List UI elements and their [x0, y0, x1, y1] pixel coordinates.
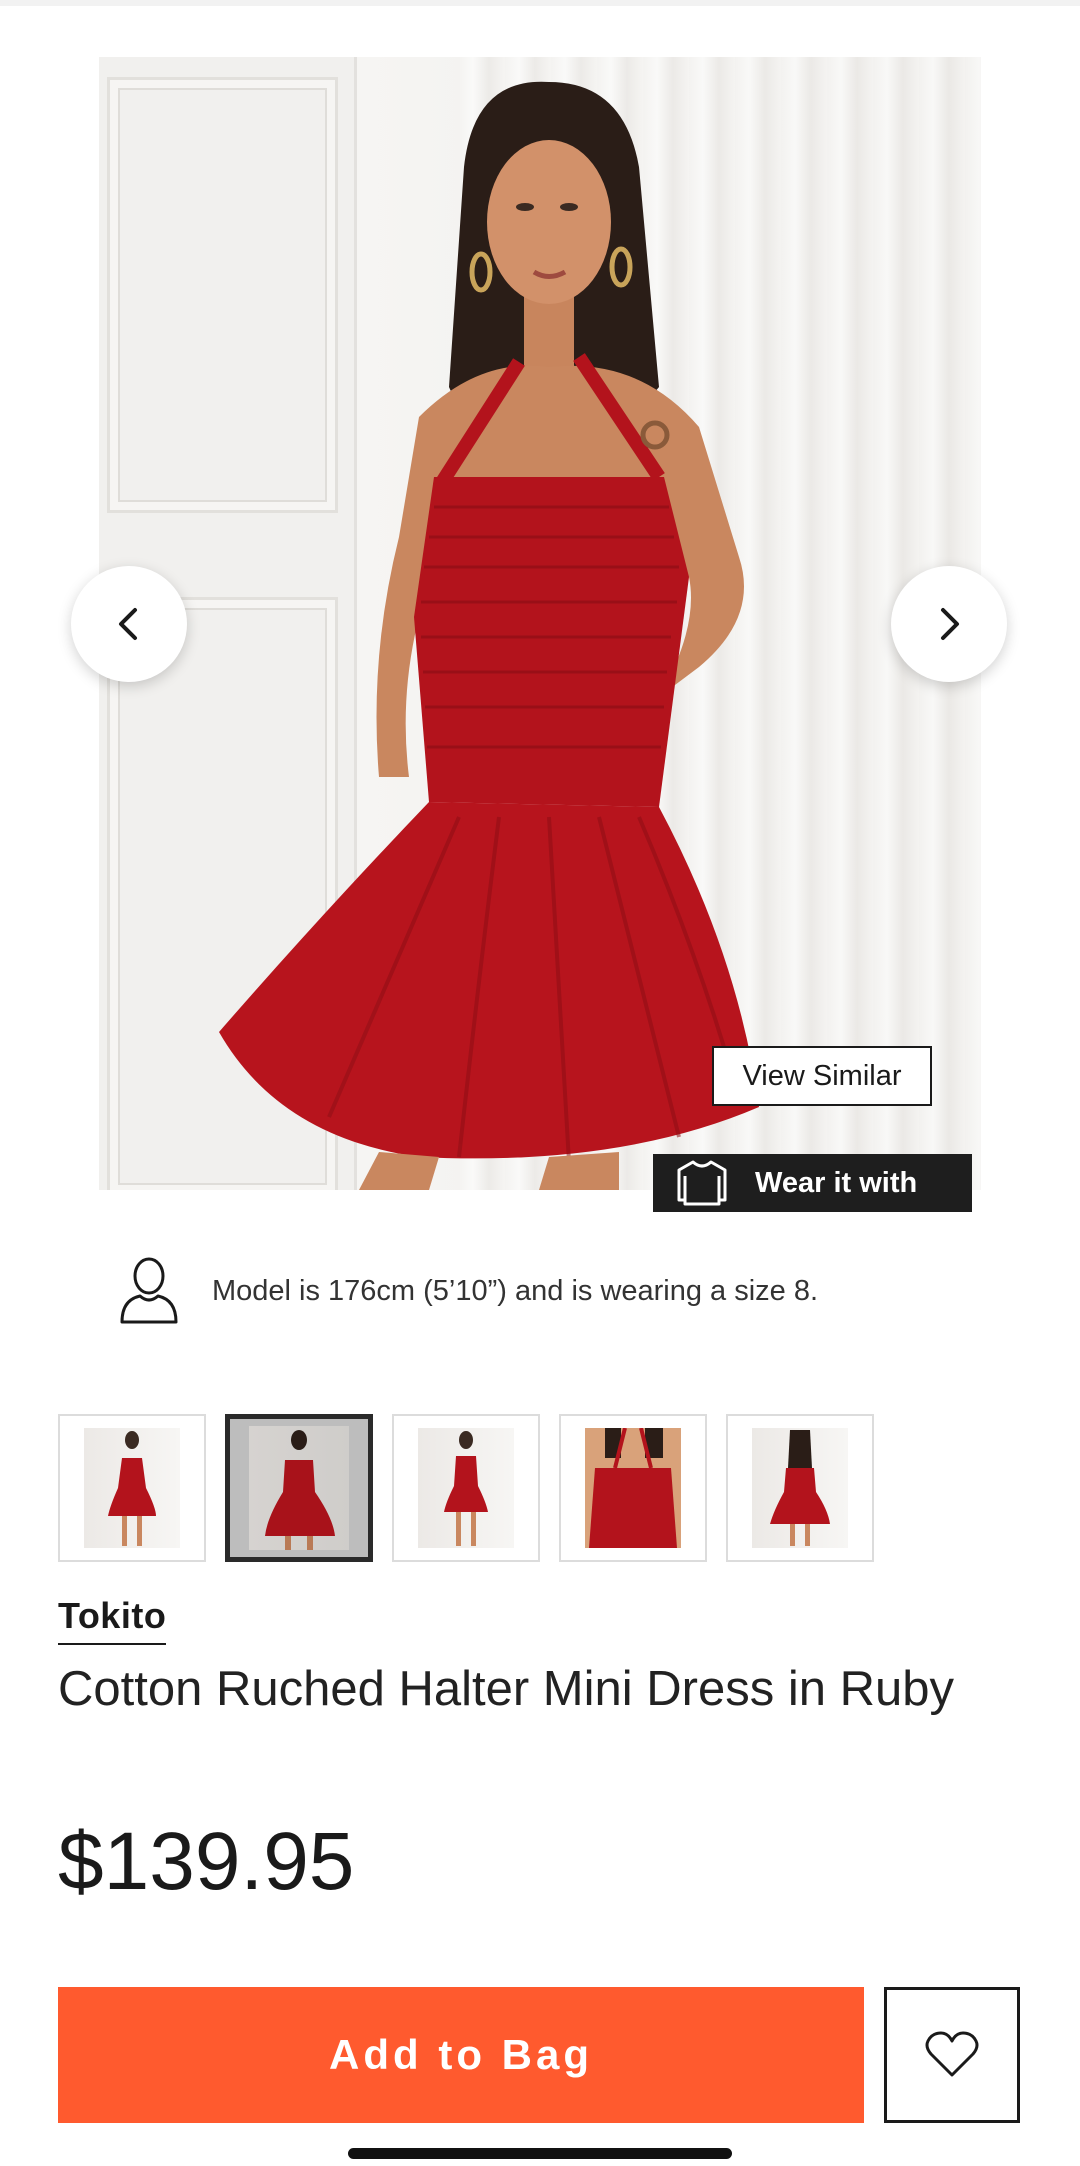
thumbnail-1[interactable]: [58, 1414, 206, 1562]
add-to-bag-button[interactable]: Add to Bag: [58, 1987, 864, 2123]
model-size-info: Model is 176cm (5’10”) and is wearing a …: [118, 1256, 818, 1326]
chevron-right-icon: [941, 608, 959, 640]
thumbnail-5[interactable]: [726, 1414, 874, 1562]
heart-icon: [925, 2031, 979, 2077]
home-indicator[interactable]: [348, 2148, 732, 2159]
status-bar-area: [0, 0, 1080, 6]
thumbnail-3[interactable]: [392, 1414, 540, 1562]
chevron-left-icon: [119, 608, 137, 640]
model-info-text: Model is 176cm (5’10”) and is wearing a …: [212, 1274, 819, 1307]
product-title: Cotton Ruched Halter Mini Dress in Ruby: [58, 1662, 954, 1716]
thumbnail-4[interactable]: [559, 1414, 707, 1562]
wear-it-with-label: Wear it with: [755, 1166, 918, 1199]
next-image-button[interactable]: [891, 566, 1007, 682]
model-in-dress-photo: [219, 81, 759, 1190]
thumbnail-2-selected[interactable]: [225, 1414, 373, 1562]
add-to-bag-label: Add to Bag: [329, 2031, 593, 2078]
view-similar-label: View Similar: [742, 1059, 902, 1092]
person-icon: [120, 1257, 178, 1324]
thumbnail-image: [444, 1431, 488, 1546]
view-similar-button[interactable]: View Similar: [712, 1046, 932, 1106]
wear-it-with-button[interactable]: Wear it with: [653, 1154, 972, 1212]
brand-link[interactable]: Tokito: [58, 1595, 167, 1645]
thumbnail-image: [770, 1430, 830, 1546]
thumbnail-image: [265, 1430, 335, 1550]
wishlist-button[interactable]: [884, 1987, 1020, 2123]
shirt-icon: [675, 1158, 729, 1208]
product-main-image[interactable]: [99, 57, 981, 1190]
product-price: $139.95: [58, 1816, 355, 1907]
thumbnail-image: [108, 1431, 156, 1546]
thumbnail-image: [585, 1427, 681, 1548]
previous-image-button[interactable]: [71, 566, 187, 682]
